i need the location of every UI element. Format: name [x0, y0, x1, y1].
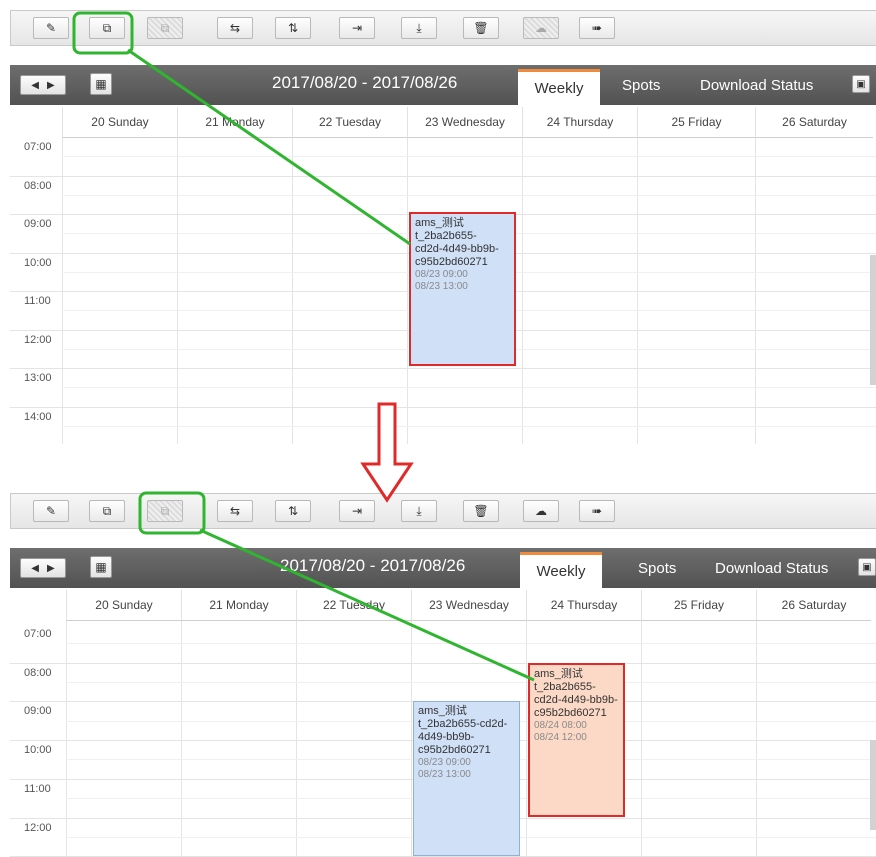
connector-line	[127, 48, 411, 246]
annotation-overlay	[72, 11, 535, 682]
connector-line	[199, 528, 535, 682]
highlight-box-copy	[72, 11, 134, 55]
down-arrow-icon	[360, 402, 414, 503]
highlight-box-paste	[138, 491, 206, 535]
